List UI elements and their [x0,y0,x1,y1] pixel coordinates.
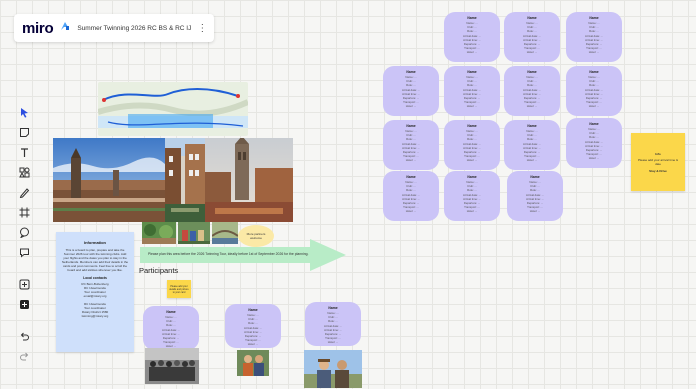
member-card-line: Hotel: ... [466,104,478,109]
upload-tool-icon[interactable] [17,297,31,311]
participant-card[interactable]: Name Name: ... Club: ... Role: ... Arrival d… [225,304,281,348]
participant-group-photo[interactable] [145,348,199,384]
participant-outdoor-photo[interactable] [304,350,362,388]
member-card[interactable]: Name Name: ... Club: ... Role: ... Arrival d… [444,12,500,62]
undo-icon[interactable] [17,329,31,343]
member-card-title: Name [467,16,477,20]
member-card-line: Hotel: ... [466,158,478,163]
member-card-title: Name [467,175,477,179]
board-icon[interactable] [59,19,71,37]
comment-tool-icon[interactable] [17,225,31,239]
member-card-line: Hotel: ... [588,104,600,109]
board-header: miro Summer Twinning 2026 RC BS & RC IJ … [14,14,214,42]
member-card-title: Name [589,16,599,20]
member-card[interactable]: Name Name: ... Club: ... Role: ... Arrival d… [383,120,439,170]
arrival-info-title: Info [655,151,661,156]
member-card-title: Name [527,16,537,20]
member-card[interactable]: Name Name: ... Club: ... Role: ... Arrival d… [504,120,560,170]
sticky-note-tool-icon[interactable] [17,125,31,139]
member-card-line: Hotel: ... [466,209,478,214]
member-card-line: Hotel: ... [405,209,417,214]
participants-note-text: Please add your details and picture to y… [169,284,189,294]
participants-heading: Participants [139,266,179,275]
participant-card-line: Hotel: ... [247,342,259,347]
information-sticky[interactable]: Information This is a board to plan, pre… [56,232,134,352]
arrival-info-footer: Stay & Drive [649,168,667,173]
information-title: Information [84,240,106,245]
member-card-line: Hotel: ... [588,50,600,55]
member-card-title: Name [527,124,537,128]
more-menu-icon[interactable]: ⋮ [197,23,207,34]
information-body: This is a board to plan, prepare and tak… [61,248,129,272]
member-card-line: Hotel: ... [405,104,417,109]
canal-street-photo[interactable] [165,138,205,222]
member-card[interactable]: Name Name: ... Club: ... Role: ... Arrival d… [444,120,500,170]
local-contacts-body: RC Bern-Bubenberg RC IJsselmonde Tour co… [81,282,109,298]
text-tool-icon[interactable] [17,145,31,159]
member-card-line: Hotel: ... [466,50,478,55]
member-card-title: Name [467,70,477,74]
participants-note[interactable]: Please add your details and picture to y… [167,280,191,298]
member-card[interactable]: Name Name: ... Club: ... Role: ... Arrival d… [383,66,439,116]
pen-tool-icon[interactable] [17,185,31,199]
member-card[interactable]: Name Name: ... Club: ... Role: ... Arrival d… [566,12,622,62]
shapes-tool-icon[interactable] [17,165,31,179]
participant-card-title: Name [248,308,258,312]
route-map-image[interactable] [98,82,248,136]
member-card[interactable]: Name Name: ... Club: ... Role: ... Arrival d… [504,12,560,62]
participant-card-title: Name [166,310,176,314]
dom-tower-photo[interactable] [205,138,293,222]
left-toolbar [14,105,34,363]
add-tool-icon[interactable] [17,277,31,291]
member-card[interactable]: Name Name: ... Club: ... Role: ... Arrival d… [444,66,500,116]
member-card-title: Name [467,124,477,128]
member-card-title: Name [589,70,599,74]
participant-card-line: Hotel: ... [327,340,339,345]
participant-card-title: Name [328,306,338,310]
select-tool-icon[interactable] [17,105,31,119]
member-card-line: Hotel: ... [405,158,417,163]
frame-tool-icon[interactable] [17,205,31,219]
board-title[interactable]: Summer Twinning 2026 RC BS & RC IJ [77,25,191,32]
member-card-line: Hotel: ... [526,158,538,163]
participant-card[interactable]: Name Name: ... Club: ... Role: ... Arrival d… [305,302,361,346]
member-card-line: Hotel: ... [526,50,538,55]
member-card-title: Name [406,175,416,179]
local-contacts-title: Local contacts [83,276,107,280]
timeline-arrow-text: Please plan this area before the 2026 Tw… [148,252,309,256]
member-card-line: Hotel: ... [526,104,538,109]
member-card-title: Name [406,124,416,128]
arrival-info-body: Please add your arrival time & date [637,157,679,166]
utrecht-panorama-photo[interactable] [53,138,165,222]
information-footer: RC IJsselmonde Tour coordinator Rotary D… [81,302,109,318]
member-card[interactable]: Name Name: ... Club: ... Role: ... Arrival d… [566,118,622,168]
member-card-line: Hotel: ... [588,156,600,161]
member-card[interactable]: Name Name: ... Club: ... Role: ... Arrival d… [383,171,439,221]
participant-card[interactable]: Name Name: ... Club: ... Role: ... Arrival d… [143,306,199,350]
arrival-info-sticky[interactable]: Info Please add your arrival time & date… [631,133,685,191]
member-card[interactable]: Name Name: ... Club: ... Role: ... Arrival d… [504,66,560,116]
member-card-title: Name [406,70,416,74]
redo-icon[interactable] [17,349,31,363]
member-card[interactable]: Name Name: ... Club: ... Role: ... Arrival d… [507,171,563,221]
miro-logo[interactable]: miro [22,20,54,37]
member-card-title: Name [530,175,540,179]
member-card-title: Name [527,70,537,74]
participant-couple-photo[interactable] [237,350,269,376]
chat-tool-icon[interactable] [17,245,31,259]
member-card-title: Name [589,122,599,126]
member-card[interactable]: Name Name: ... Club: ... Role: ... Arrival d… [566,66,622,116]
member-card-line: Hotel: ... [529,209,541,214]
member-card[interactable]: Name Name: ... Club: ... Role: ... Arrival d… [444,171,500,221]
